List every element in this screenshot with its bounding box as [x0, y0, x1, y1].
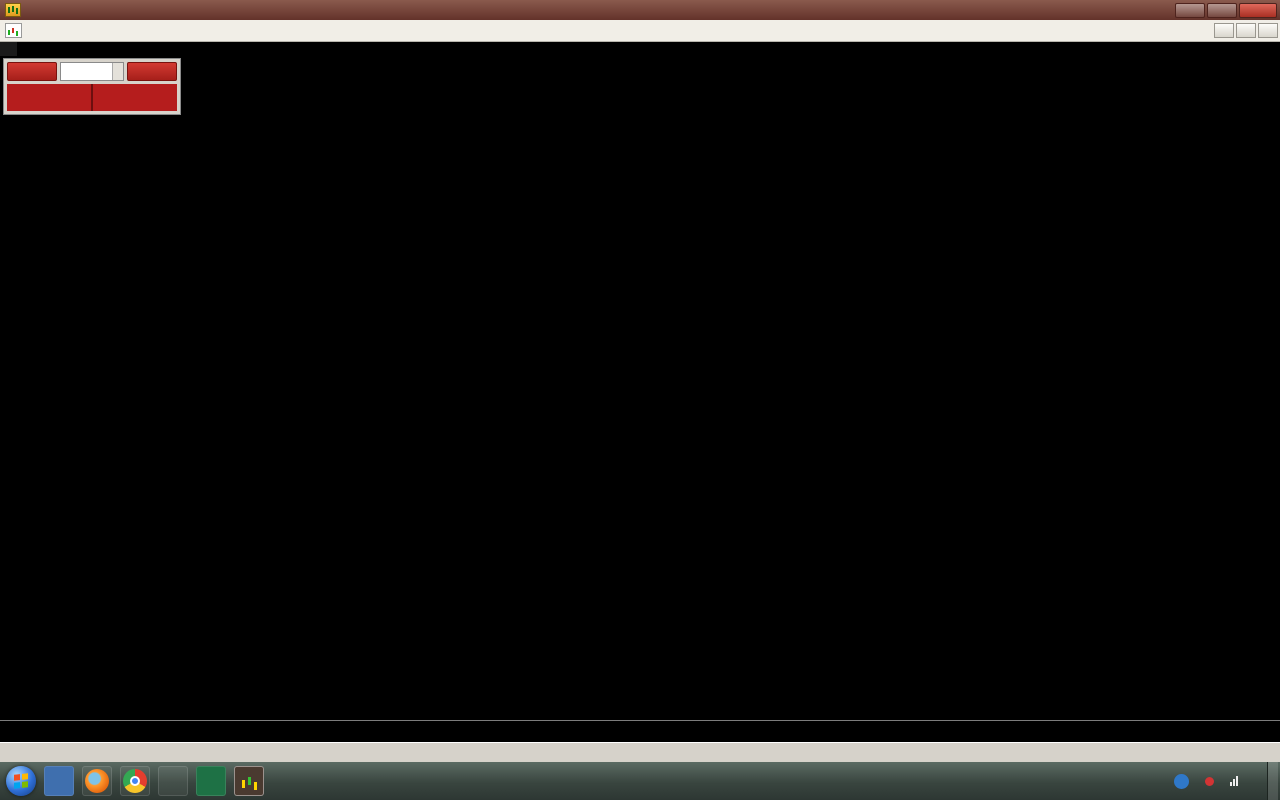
maximize-button[interactable]: [1207, 2, 1237, 18]
tray-help-icon[interactable]: [1174, 773, 1189, 789]
app-icon: [5, 3, 21, 17]
child-restore-button[interactable]: [1236, 23, 1256, 38]
volume-up-icon[interactable]: [113, 63, 123, 72]
symbol-tabs: [0, 742, 1280, 762]
bid-price: [7, 84, 91, 111]
taskbar-help-icon[interactable]: [44, 766, 74, 796]
taskbar-firefox-icon[interactable]: [82, 766, 112, 796]
taskbar-chrome-icon[interactable]: [120, 766, 150, 796]
metatrader-glyph: [240, 773, 258, 789]
taskbar: [0, 762, 1280, 800]
minimize-button[interactable]: [1175, 2, 1205, 18]
chart-symbol-header[interactable]: [0, 42, 17, 56]
child-close-button[interactable]: [1258, 23, 1278, 38]
child-minimize-button[interactable]: [1214, 23, 1234, 38]
volume-down-icon[interactable]: [113, 71, 123, 80]
show-desktop-button[interactable]: [1267, 762, 1278, 800]
tray-alert-icon[interactable]: [1205, 776, 1214, 786]
system-tray: [1166, 762, 1280, 800]
one-click-trading-panel: [3, 58, 181, 115]
ask-price: [91, 84, 177, 111]
taskbar-metatrader-icon[interactable]: [234, 766, 264, 796]
time-axis[interactable]: [0, 720, 1280, 742]
windows-logo-icon: [14, 773, 28, 789]
chart-canvas[interactable]: [0, 42, 1280, 720]
title-bar: [0, 0, 1280, 20]
chart-window: [0, 42, 1280, 742]
tray-network-icon[interactable]: [1230, 776, 1239, 786]
volume-box: [60, 62, 124, 81]
close-button[interactable]: [1239, 2, 1277, 18]
start-button[interactable]: [6, 766, 36, 796]
taskbar-excel-icon[interactable]: [196, 766, 226, 796]
firefox-glyph: [85, 769, 109, 793]
metatrader-window: [0, 0, 1280, 800]
chrome-glyph: [123, 769, 147, 793]
menu-bar: [0, 20, 1280, 42]
buy-button[interactable]: [127, 62, 177, 81]
volume-input[interactable]: [61, 63, 113, 80]
chart-icon: [5, 23, 22, 38]
taskbar-ie-icon[interactable]: [158, 766, 188, 796]
sell-button[interactable]: [7, 62, 57, 81]
